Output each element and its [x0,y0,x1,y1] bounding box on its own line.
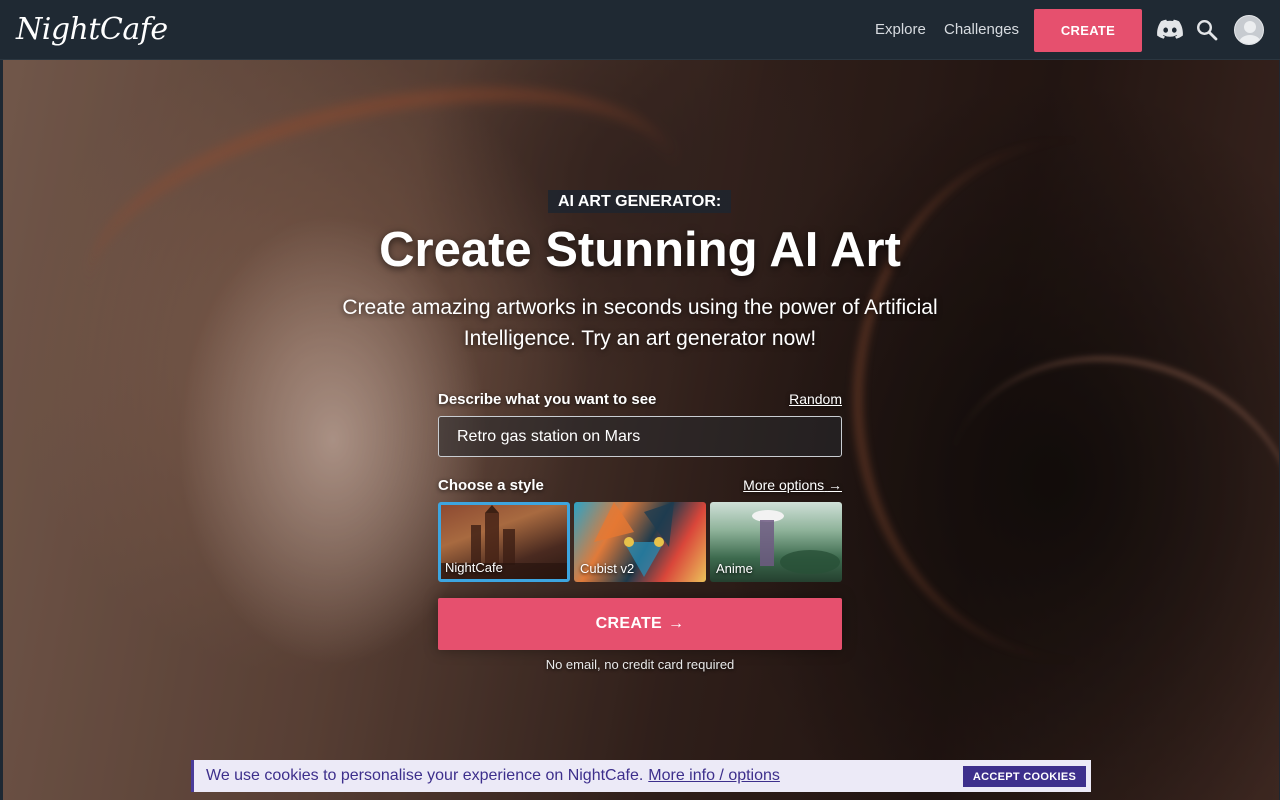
style-name: Anime [716,561,753,576]
discord-icon[interactable] [1157,19,1183,39]
style-name: NightCafe [445,560,503,575]
style-card-anime[interactable]: Anime [710,502,842,582]
prompt-label-row: Describe what you want to see Random [438,390,842,408]
no-signup-note: No email, no credit card required [545,657,735,672]
create-button[interactable]: CREATE → [438,598,842,650]
top-navbar: NightCafe Explore Challenges CREATE [0,0,1280,60]
user-avatar[interactable] [1234,15,1264,45]
more-options-link[interactable]: More options → [743,477,842,493]
accept-cookies-button[interactable]: ACCEPT COOKIES [963,766,1086,787]
more-options-label: More options [743,477,825,493]
cookie-banner: We use cookies to personalise your exper… [191,760,1091,792]
hero-badge: AI ART GENERATOR: [548,190,732,213]
style-picker: NightCafe Cubist v2 Anime [438,502,842,582]
prompt-input[interactable] [438,416,842,457]
user-silhouette-icon [1239,21,1261,44]
arrow-right-icon: → [828,477,842,493]
prompt-label: Describe what you want to see [438,390,657,408]
cookie-more-info-link[interactable]: More info / options [648,767,780,785]
hero-title: Create Stunning AI Art [379,223,901,277]
style-label: Choose a style [438,476,544,494]
search-icon[interactable] [1196,19,1218,41]
arrow-right-icon: → [668,615,685,632]
hero-subtitle: Create amazing artworks in seconds using… [342,296,938,350]
cookie-text: We use cookies to personalise your exper… [206,767,644,784]
style-name: Cubist v2 [580,561,635,576]
header-create-button[interactable]: CREATE [1034,9,1142,52]
nav-challenges-link[interactable]: Challenges [944,21,1019,38]
style-card-cubist-v2[interactable]: Cubist v2 [574,502,706,582]
nav-explore-link[interactable]: Explore [875,21,926,38]
style-label-row: Choose a style More options → [438,476,842,494]
nightcafe-logo[interactable]: NightCafe [16,12,168,47]
style-card-nightcafe[interactable]: NightCafe [438,502,570,582]
random-prompt-link[interactable]: Random [789,391,842,407]
create-button-label: CREATE [595,615,663,632]
create-form: Describe what you want to see Random Cho… [438,390,842,672]
